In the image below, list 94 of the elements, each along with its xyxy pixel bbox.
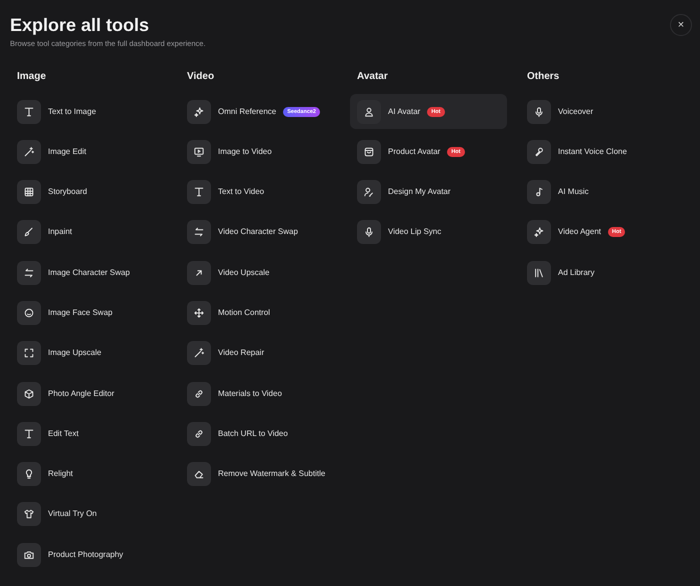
tool-item[interactable]: Relight xyxy=(10,456,167,492)
tool-label: Image to Video xyxy=(218,146,272,158)
link-icon xyxy=(187,422,211,446)
tool-item[interactable]: Image Upscale xyxy=(10,336,167,371)
microphone-icon xyxy=(357,220,381,244)
tool-item[interactable]: Materials to Video xyxy=(180,376,337,412)
grid-icon xyxy=(17,180,41,204)
tool-item[interactable]: Video Character Swap xyxy=(180,214,337,250)
tool-item[interactable]: AI Music xyxy=(520,174,677,210)
tool-item[interactable]: Storyboard xyxy=(10,174,167,210)
microphone-icon xyxy=(527,100,551,124)
tool-label: Video Character Swap xyxy=(218,226,298,238)
tool-item[interactable]: Virtual Try On xyxy=(10,496,167,532)
category-heading: Avatar xyxy=(356,70,389,84)
tool-label: Motion Control xyxy=(218,306,270,319)
tool-item[interactable]: Image Face Swap xyxy=(10,295,167,330)
tool-label: Inpaint xyxy=(48,226,72,238)
tool-label: AI Avatar xyxy=(388,106,420,118)
tool-item[interactable]: Batch URL to Video xyxy=(180,416,337,452)
person-icon xyxy=(357,100,381,124)
tool-item[interactable]: Product Photography xyxy=(10,537,167,572)
cube-icon xyxy=(17,382,41,406)
text-icon xyxy=(17,100,41,124)
tool-label: Photo Angle Editor xyxy=(48,388,114,400)
tool-label: Text to Image xyxy=(48,106,96,118)
text-icon xyxy=(17,422,41,446)
tool-item[interactable]: Ad Library xyxy=(520,255,677,290)
tool-item[interactable]: Remove Watermark & Subtitle xyxy=(180,456,337,492)
monitor-icon xyxy=(187,140,211,164)
tool-label: Text to Video xyxy=(218,186,264,198)
tool-label: Image Character Swap xyxy=(48,266,130,279)
camera-icon xyxy=(17,542,41,567)
tool-label: Materials to Video xyxy=(218,388,282,400)
category-heading: Image xyxy=(16,70,47,84)
tool-label: Ad Library xyxy=(558,266,594,279)
tool-item[interactable]: Video Lip Sync xyxy=(350,214,507,250)
dialog-title: Explore all tools xyxy=(10,14,150,36)
tool-label: Video Agent xyxy=(558,226,602,238)
category-heading: Video xyxy=(186,70,216,84)
sparkle-icon xyxy=(527,220,551,244)
swap-icon xyxy=(187,220,211,244)
person-edit-icon xyxy=(357,180,381,204)
music-note-icon xyxy=(527,180,551,204)
tool-label: Remove Watermark & Subtitle xyxy=(218,468,326,480)
wand-icon xyxy=(17,140,41,164)
tool-label: Batch URL to Video xyxy=(218,428,288,440)
link-icon xyxy=(187,382,211,406)
tool-label: Voiceover xyxy=(558,106,594,118)
tool-label: Edit Text xyxy=(48,428,79,440)
tool-item[interactable]: Video Upscale xyxy=(180,255,337,290)
brush-icon xyxy=(17,220,41,244)
tool-item[interactable]: Voiceover xyxy=(520,94,677,129)
shirt-icon xyxy=(17,502,41,526)
category-heading: Others xyxy=(526,70,560,84)
tool-item[interactable]: Design My Avatar xyxy=(350,174,507,210)
microphone-icon xyxy=(527,140,551,164)
library-icon xyxy=(527,260,551,285)
move-icon xyxy=(187,300,211,325)
text-icon xyxy=(187,180,211,204)
tool-label: Instant Voice Clone xyxy=(558,146,627,158)
swap-icon xyxy=(17,260,41,285)
tool-label: Omni Reference xyxy=(218,106,276,118)
tool-label: Image Edit xyxy=(48,146,86,158)
tool-item[interactable]: Image Character Swap xyxy=(10,255,167,290)
smile-icon xyxy=(17,300,41,325)
wand-icon xyxy=(187,341,211,366)
eraser-icon xyxy=(187,462,211,486)
tool-label: Video Repair xyxy=(218,347,264,360)
tool-label: AI Music xyxy=(558,186,589,198)
tool-label: Product Photography xyxy=(48,548,124,561)
close-button[interactable]: × xyxy=(670,14,692,36)
tool-item[interactable]: Instant Voice Clone xyxy=(520,134,677,170)
tool-item[interactable]: Video Repair xyxy=(180,336,337,371)
bulb-icon xyxy=(17,462,41,486)
tool-label: Video Lip Sync xyxy=(388,226,442,238)
tool-item[interactable]: Text to Image xyxy=(10,94,167,129)
tool-item[interactable]: Text to Video xyxy=(180,174,337,210)
tool-label: Design My Avatar xyxy=(388,186,451,198)
tool-item[interactable]: Image to Video xyxy=(180,134,337,170)
tool-label: Virtual Try On xyxy=(48,508,97,520)
tool-label: Storyboard xyxy=(48,186,88,198)
tool-label: Video Upscale xyxy=(218,266,270,279)
tool-label: Product Avatar xyxy=(388,146,440,158)
bag-icon xyxy=(357,140,381,164)
tool-item[interactable]: Photo Angle Editor xyxy=(10,376,167,412)
frame-icon xyxy=(17,341,41,366)
tool-item[interactable]: Image Edit xyxy=(10,134,167,170)
tool-label: Image Upscale xyxy=(48,347,102,360)
tool-label: Relight xyxy=(48,468,73,480)
tool-label: Image Face Swap xyxy=(48,306,112,319)
tool-item[interactable]: Edit Text xyxy=(10,416,167,452)
tool-item[interactable]: Inpaint xyxy=(10,214,167,250)
tool-item[interactable]: Motion Control xyxy=(180,295,337,330)
sparkle-icon xyxy=(187,100,211,124)
